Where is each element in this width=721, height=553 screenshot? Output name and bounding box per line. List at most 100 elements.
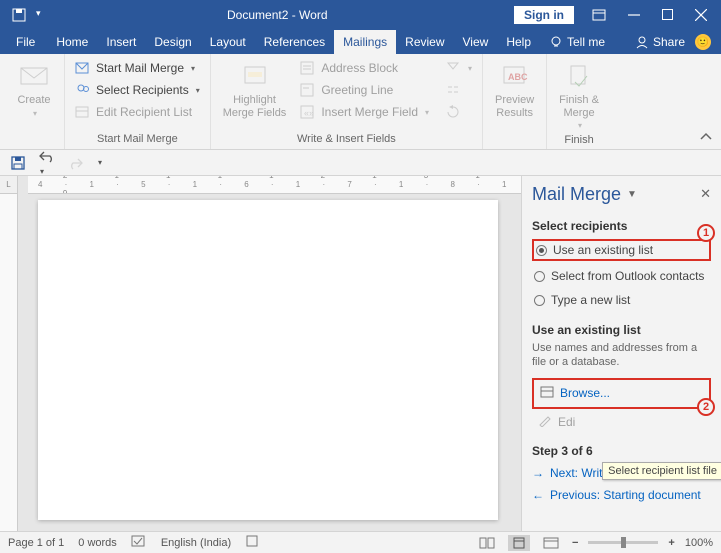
tab-home[interactable]: Home [47,30,97,54]
maximize-icon[interactable] [662,9,673,21]
word-count[interactable]: 0 words [78,537,117,549]
ribbon: Create ▾ Start Mail Merge▾ Select Recipi… [0,54,721,150]
radio-outlook-contacts[interactable]: Select from Outlook contacts [532,267,711,285]
horizontal-ruler[interactable]: · 2 · 1 · 1 · 1 · 1 · 2 · 1 · 3 · 1 · 4 … [28,176,521,194]
tab-design[interactable]: Design [145,30,200,54]
lightbulb-icon [549,35,563,49]
document-page[interactable] [38,200,498,520]
preview-label: Preview Results [495,94,534,119]
radio-icon [536,245,547,256]
zoom-value[interactable]: 100% [685,537,713,549]
close-icon[interactable] [695,9,707,21]
radio-use-existing-list[interactable]: Use an existing list [532,239,711,261]
tab-insert[interactable]: Insert [97,30,145,54]
browse-icon [540,386,554,401]
spellcheck-icon[interactable] [131,534,147,551]
qat-customize-icon[interactable]: ▾ [98,158,102,167]
share-label: Share [653,35,685,49]
feedback-icon[interactable]: 🙂 [695,34,711,50]
address-block-label: Address Block [321,61,398,75]
close-taskpane-icon[interactable]: ✕ [700,186,711,202]
prev-step-link[interactable]: ← Previous: Starting document [532,488,711,502]
highlight-merge-fields-button[interactable]: Highlight Merge Fields [217,58,293,121]
workspace: L · 2 · 1 · 1 · 1 · 1 · 2 · 1 · 3 · 1 · … [0,176,721,531]
update-labels-button[interactable] [441,102,476,122]
undo-icon[interactable]: ▾ [38,149,56,177]
radio-label-2: Select from Outlook contacts [551,269,704,283]
update-icon [445,104,461,120]
radio-type-new-list[interactable]: Type a new list [532,291,711,309]
edit-label: Edi [558,415,575,429]
finish-label: Finish & Merge [559,94,599,119]
greeting-icon [300,82,316,98]
insert-merge-field-button[interactable]: «» Insert Merge Field▾ [296,102,433,122]
prev-label: Previous: Starting document [550,488,701,502]
tab-help[interactable]: Help [497,30,540,54]
match-fields-button[interactable] [441,80,476,100]
greeting-line-button[interactable]: Greeting Line [296,80,433,100]
redo-icon[interactable] [68,156,84,170]
tab-references[interactable]: References [255,30,334,54]
radio-icon [534,295,545,306]
create-label: Create [17,94,50,107]
radio-label-3: Type a new list [551,293,630,307]
browse-link-row[interactable]: Browse... [532,378,711,409]
finish-merge-button[interactable]: Finish & Merge ▾ [553,58,605,132]
tab-tellme[interactable]: Tell me [540,30,614,54]
edit-recipient-list-button[interactable]: Edit Recipient List [71,102,204,122]
document-title: Document2 - Word [41,8,514,22]
radio-icon [534,271,545,282]
accessibility-icon[interactable] [245,534,259,551]
tab-layout[interactable]: Layout [201,30,255,54]
callout-1: 1 [697,224,715,242]
address-block-button[interactable]: Address Block [296,58,433,78]
browse-link[interactable]: Browse... [560,386,610,400]
save-icon[interactable] [10,155,26,171]
edit-recipient-link: Edi [532,415,711,430]
print-layout-icon[interactable] [508,535,530,551]
greeting-line-label: Greeting Line [321,83,393,97]
zoom-out-icon[interactable]: − [572,537,578,549]
arrow-left-icon: ← [532,488,544,502]
preview-icon: ABC [499,60,531,92]
mail-merge-taskpane: Mail Merge▼ ✕ Select recipients 1 Use an… [521,176,721,531]
arrow-right-icon: → [532,466,544,480]
insert-merge-field-label: Insert Merge Field [321,105,418,119]
zoom-slider[interactable] [588,541,658,544]
autosave-icon[interactable] [12,8,26,22]
tab-file[interactable]: File [4,30,47,54]
tooltip: Select recipient list file [602,462,721,480]
taskpane-title: Mail Merge▼ [532,184,711,205]
vertical-ruler[interactable] [0,194,18,531]
preview-results-button[interactable]: ABC Preview Results [489,58,540,121]
tab-view[interactable]: View [454,30,498,54]
document-area: L · 2 · 1 · 1 · 1 · 1 · 2 · 1 · 3 · 1 · … [0,176,521,531]
signin-button[interactable]: Sign in [514,6,574,24]
group-write-insert: Write & Insert Fields [217,131,476,149]
share-button[interactable]: Share [635,35,685,49]
rules-button[interactable]: ▾ [441,58,476,78]
edit-list-icon [75,104,91,120]
svg-text:ABC: ABC [508,72,528,82]
ribbon-display-icon[interactable] [592,9,606,21]
create-envelopes-button[interactable]: Create ▾ [10,58,58,120]
titlebar-left: ▾ [12,8,41,22]
collapse-ribbon-icon[interactable] [699,131,713,145]
group-finish: Finish [553,132,605,150]
finish-icon [563,60,595,92]
svg-text:«»: «» [304,108,314,118]
read-mode-icon[interactable] [476,535,498,551]
highlight-icon [239,60,271,92]
zoom-in-icon[interactable]: + [668,537,674,549]
minimize-icon[interactable] [628,9,640,21]
page-indicator[interactable]: Page 1 of 1 [8,537,64,549]
language-indicator[interactable]: English (India) [161,537,231,549]
start-mail-merge-button[interactable]: Start Mail Merge▾ [71,58,204,78]
tellme-label: Tell me [567,35,605,49]
use-existing-desc: Use names and addresses from a file or a… [532,341,711,370]
tab-review[interactable]: Review [396,30,453,54]
select-recipients-button[interactable]: Select Recipients▾ [71,80,204,100]
web-layout-icon[interactable] [540,535,562,551]
tab-mailings[interactable]: Mailings [334,30,396,54]
group-start-mail-merge: Start Mail Merge [71,131,204,149]
